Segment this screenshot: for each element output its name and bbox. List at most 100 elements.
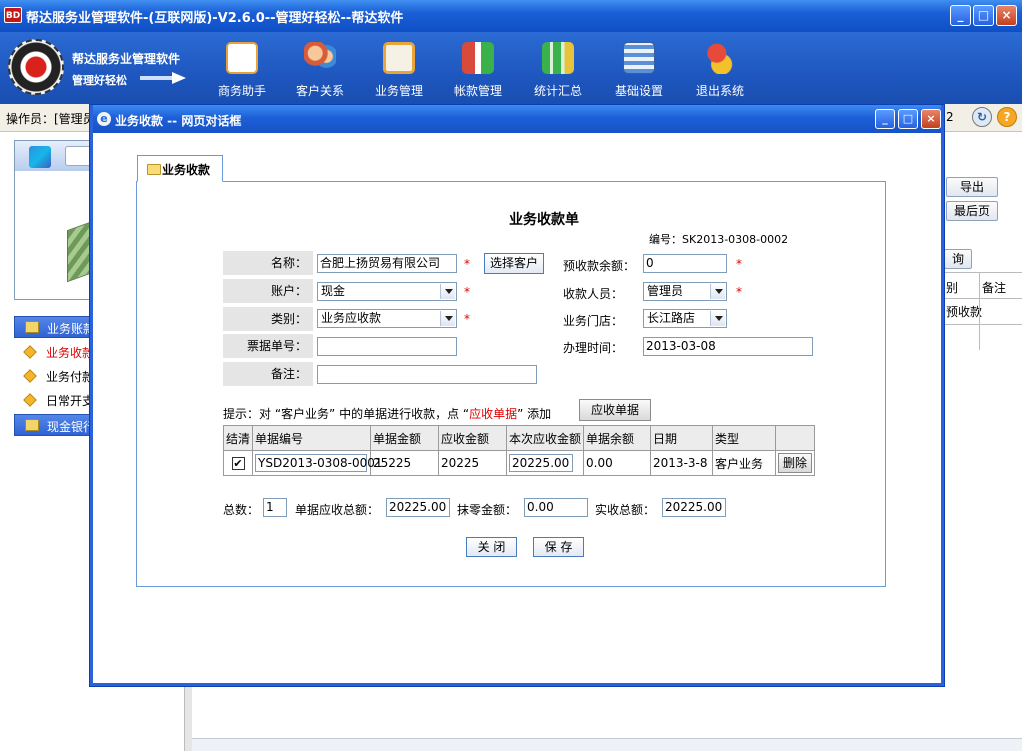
last-page-button[interactable]: 最后页 <box>946 201 998 221</box>
required-mark: * <box>464 285 470 299</box>
refresh-icon[interactable]: ↻ <box>972 107 992 127</box>
toolbar-label: 退出系统 <box>695 84 744 98</box>
close-button[interactable]: × <box>996 5 1017 26</box>
toolbar-account-management[interactable]: 帐款管理 <box>440 36 516 102</box>
dialog-minimize-button[interactable]: _ <box>875 109 895 129</box>
query-button[interactable]: 询 <box>944 249 972 269</box>
prepay-label: 预收款余额： <box>563 259 636 273</box>
toolbar-label: 商务助手 <box>217 84 266 98</box>
app-logo-icon: BD <box>4 7 22 23</box>
count-field[interactable]: 1 <box>263 498 287 517</box>
dialog-title: 业务收款 -- 网页对话框 <box>115 114 242 128</box>
toolbar-label: 统计汇总 <box>533 84 582 98</box>
ticket-field[interactable] <box>317 337 457 356</box>
type-select[interactable]: 业务应收款 <box>317 309 457 328</box>
ie-icon: e <box>97 112 111 126</box>
store-value: 长江路店 <box>647 311 696 325</box>
receivable-table: 结清 单据编号 单据金额 应收金额 本次应收金额 单据余额 日期 类型 ✔ YS… <box>222 425 816 476</box>
diamond-icon <box>23 369 37 383</box>
dialog-maximize-button[interactable]: □ <box>898 109 918 129</box>
total-label: 单据应收总额： <box>295 503 380 517</box>
delete-button[interactable]: 删除 <box>778 453 813 473</box>
export-button[interactable]: 导出 <box>946 177 998 197</box>
ticket-label: 票据单号： <box>223 334 313 358</box>
store-select[interactable]: 长江路店 <box>643 309 727 328</box>
main-title-bar: BD 帮达服务业管理软件-(互联网版)-V2.6.0--管理好轻松--帮达软件 … <box>0 0 1022 32</box>
actual-field[interactable]: 20225.00 <box>662 498 726 517</box>
doc-no-field[interactable]: YSD2013-0308-0001 <box>255 454 382 472</box>
dialog-title-bar: e 业务收款 -- 网页对话框 _ □ × <box>93 105 941 133</box>
header-cell: 单据金额 <box>370 425 440 451</box>
receivable-docs-button[interactable]: 应收单据 <box>579 399 651 421</box>
save-button[interactable]: 保 存 <box>533 537 584 557</box>
horizontal-scrollbar[interactable] <box>192 738 1022 751</box>
dropdown-arrow-icon[interactable] <box>440 284 455 299</box>
form-title: 业务收款单 <box>509 212 579 228</box>
dropdown-arrow-icon[interactable] <box>710 284 725 299</box>
this-amount-field[interactable]: 20225.00 <box>509 454 574 472</box>
collector-label: 收款人员： <box>563 287 624 301</box>
required-mark: * <box>736 285 742 299</box>
minimize-button[interactable]: _ <box>950 5 971 26</box>
toolbar-customer-relations[interactable]: 客户关系 <box>282 36 358 102</box>
divider <box>944 324 1022 325</box>
name-field[interactable]: 合肥上扬贸易有限公司 <box>317 254 457 273</box>
header-cell: 日期 <box>650 425 714 451</box>
help-icon[interactable]: ? <box>997 107 1017 127</box>
chart-icon <box>542 42 574 74</box>
close-form-button[interactable]: 关 闭 <box>466 537 517 557</box>
bg-table-header: 备注 <box>982 281 1007 295</box>
account-select[interactable]: 现金 <box>317 282 457 301</box>
bg-table-header: 别 <box>946 281 959 295</box>
dropdown-arrow-icon[interactable] <box>710 311 725 326</box>
folder-icon <box>25 321 39 333</box>
account-label: 账户： <box>223 279 313 303</box>
nav-group-label: 现金银行 <box>47 420 96 434</box>
divider <box>944 298 1022 299</box>
toolbar-exit-system[interactable]: 退出系统 <box>682 36 758 102</box>
hint-suffix: ” 添加 <box>517 407 552 421</box>
collector-select[interactable]: 管理员 <box>643 282 727 301</box>
count-label: 总数： <box>223 503 260 517</box>
required-mark: * <box>464 312 470 326</box>
dropdown-arrow-icon[interactable] <box>440 311 455 326</box>
note-field[interactable] <box>317 365 537 384</box>
maximize-button[interactable]: □ <box>973 5 994 26</box>
nav-item-label: 业务收款 <box>46 346 95 360</box>
brand-slogan: 管理好轻松 <box>72 74 127 87</box>
action-cell: 删除 <box>775 450 816 476</box>
dialog-close-button[interactable]: × <box>921 109 941 129</box>
doc-amount-cell: 25225 <box>370 450 440 476</box>
arrow-right-icon <box>140 72 186 84</box>
settle-checkbox[interactable]: ✔ <box>231 457 245 470</box>
toolbar-statistics[interactable]: 统计汇总 <box>520 36 596 102</box>
diamond-icon <box>23 393 37 407</box>
toolbar-business-assistant[interactable]: 商务助手 <box>204 36 280 102</box>
toolbar-business-management[interactable]: 业务管理 <box>361 36 437 102</box>
brand-name: 帮达服务业管理软件 <box>72 52 181 66</box>
prepay-field[interactable]: 0 <box>643 254 727 273</box>
header-cell: 类型 <box>712 425 777 451</box>
business-assistant-icon <box>226 42 258 74</box>
hint-text: 提示：对 “客户业务” 中的单据进行收款，点 “应收单据” 添加 <box>223 405 551 422</box>
doc-no-cell: YSD2013-0308-0001 <box>252 450 382 476</box>
header-cell: 单据编号 <box>252 425 372 451</box>
toolbar-basic-settings[interactable]: 基础设置 <box>601 36 677 102</box>
collector-value: 管理员 <box>647 284 684 298</box>
time-field[interactable]: 2013-03-08 <box>643 337 813 356</box>
required-mark: * <box>736 257 742 271</box>
actual-label: 实收总额： <box>595 503 656 517</box>
type-label: 类别： <box>223 307 313 331</box>
choose-customer-button[interactable]: 选择客户 <box>484 253 544 274</box>
clipboard-icon <box>383 42 415 74</box>
tab-business-receipt[interactable]: 业务收款 <box>137 155 223 182</box>
vertical-scrollbar[interactable] <box>184 686 192 751</box>
cubes-icon <box>29 146 51 168</box>
header-cell: 结清 <box>222 425 254 451</box>
this-amount-cell: 20225.00 <box>506 450 585 476</box>
main-toolbar: 帮达服务业管理软件 管理好轻松 商务助手 客户关系 业务管理 帐款管理 统计汇总… <box>0 32 1022 104</box>
total-field[interactable]: 20225.00 <box>386 498 450 517</box>
transfer-icon <box>462 42 494 74</box>
discount-field[interactable]: 0.00 <box>524 498 588 517</box>
settle-cell: ✔ <box>222 450 254 476</box>
